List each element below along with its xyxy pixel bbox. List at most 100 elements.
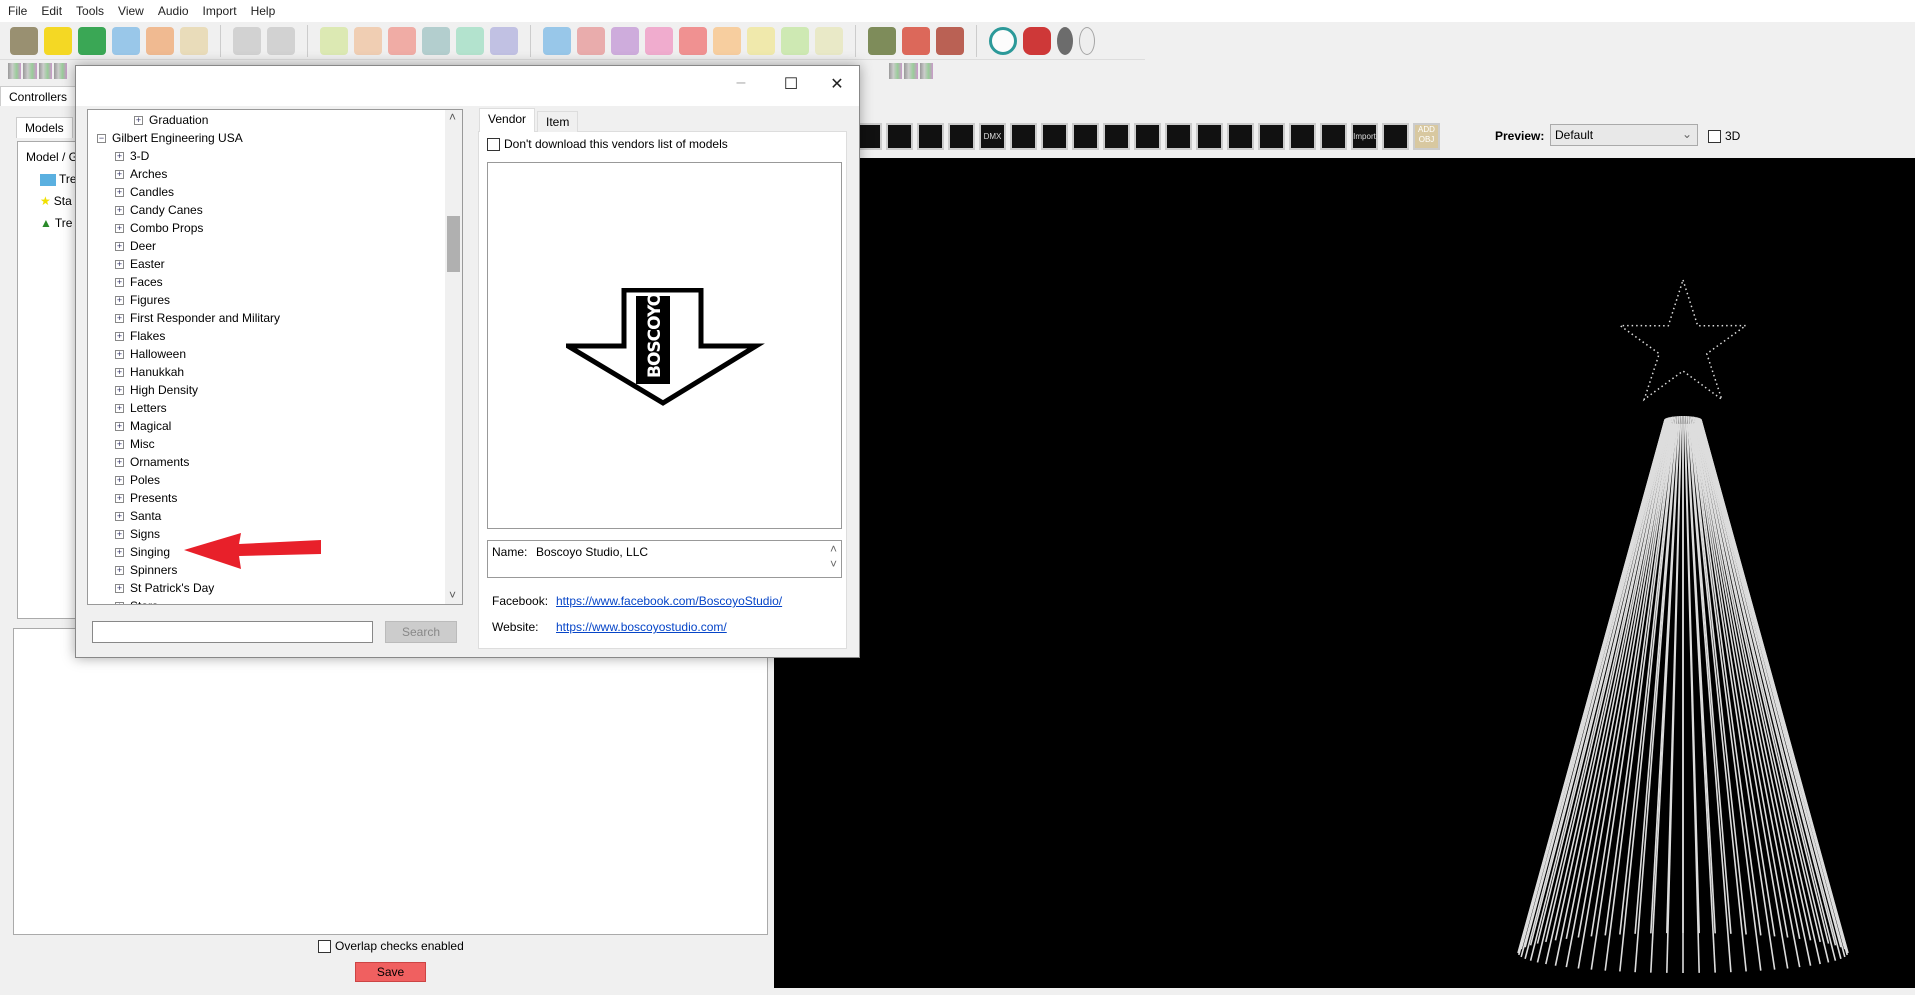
open-icon[interactable] [78,26,106,55]
bulb-on-icon[interactable] [1079,26,1095,55]
bulb-off-icon[interactable] [1057,26,1073,55]
tree-category[interactable]: + Santa [115,507,161,525]
menu-import[interactable]: Import [203,4,237,18]
tree-category[interactable]: + St Patrick's Day [115,579,214,597]
model-tool-button[interactable] [1227,123,1254,150]
tree-category[interactable]: + Hanukkah [115,363,184,381]
effect-icon[interactable] [53,63,68,79]
tree-category[interactable]: + Letters [115,399,167,417]
gear-icon[interactable] [543,26,571,55]
close-icon[interactable]: ✕ [822,74,852,94]
calendar-icon[interactable] [267,26,295,55]
expand-icon[interactable]: + [115,512,124,522]
expand-icon[interactable]: + [115,602,124,604]
model-tool-button[interactable] [1165,123,1192,150]
tab-controllers[interactable]: Controllers [0,86,77,106]
expand-icon[interactable]: + [115,152,124,162]
tree-icon[interactable] [747,26,775,55]
name-field[interactable]: Name: Boscoyo Studio, LLC ˄ ˅ [487,540,842,578]
expand-icon[interactable]: + [115,314,124,324]
model-tool-button[interactable] [1041,123,1068,150]
cone-icon[interactable] [679,26,707,55]
pause-icon[interactable] [354,26,382,55]
expand-icon[interactable]: + [115,566,124,576]
expand-icon[interactable]: + [115,188,124,198]
tree-category[interactable]: + Combo Props [115,219,203,237]
effect-icon[interactable] [8,63,22,79]
expand-icon[interactable]: + [115,404,124,414]
model-tool-button[interactable] [1072,123,1099,150]
model-tool-button[interactable] [1134,123,1161,150]
settings-icon[interactable] [611,26,639,55]
tree-vendor[interactable]: − Gilbert Engineering USA [97,129,243,147]
menu-audio[interactable]: Audio [158,4,189,18]
search-input[interactable] [92,621,373,643]
layers-icon[interactable] [645,26,673,55]
pen-icon[interactable] [815,26,843,55]
model-tool-button[interactable] [1010,123,1037,150]
scrollbar-thumb[interactable] [447,216,460,272]
model-tool-button[interactable]: Import [1351,123,1378,150]
save-icon[interactable] [112,26,140,55]
tree-category[interactable]: + Halloween [115,345,186,363]
package-icon[interactable] [936,26,964,55]
expand-icon[interactable]: + [115,260,124,270]
expand-icon[interactable]: + [115,296,124,306]
tree-category[interactable]: + High Density [115,381,198,399]
dont-download-checkbox[interactable]: Don't download this vendors list of mode… [487,135,728,153]
tree-category[interactable]: + Faces [115,273,163,291]
effect-icon[interactable] [904,63,918,79]
model-tool-button[interactable]: DMX [979,123,1006,150]
expand-icon[interactable]: + [115,170,124,180]
expand-icon[interactable]: + [115,584,124,594]
expand-icon[interactable]: + [115,422,124,432]
tree-category[interactable]: + Candles [115,183,174,201]
tab-vendor[interactable]: Vendor [479,108,536,132]
expand-icon[interactable]: + [115,476,124,486]
model-tool-button[interactable] [1103,123,1130,150]
palette-icon[interactable] [180,26,208,55]
expand-icon[interactable]: + [115,242,124,252]
model-tool-button[interactable] [948,123,975,150]
save-as-icon[interactable] [146,26,174,55]
expand-icon[interactable]: + [115,458,124,468]
crayons-icon[interactable] [577,26,605,55]
model-tool-button[interactable] [917,123,944,150]
tab-item[interactable]: Item [537,111,579,132]
model-tool-button[interactable] [1196,123,1223,150]
zoom-in-icon[interactable] [868,26,896,55]
tree-category[interactable]: + Singing [115,543,170,561]
help-icon[interactable] [989,26,1017,55]
expand-icon[interactable]: + [115,386,124,396]
zoom-out-icon[interactable] [902,26,930,55]
list-item[interactable]: Tre [40,170,77,188]
tree-category[interactable]: + First Responder and Military [115,309,280,327]
tree-category[interactable]: + Deer [115,237,156,255]
model-tool-button[interactable]: ADD OBJ [1413,123,1440,150]
model-tool-button[interactable] [1258,123,1285,150]
tree-category[interactable]: + Arches [115,165,167,183]
maximize-icon[interactable]: ☐ [776,74,806,94]
play-icon[interactable] [320,26,348,55]
tree-category[interactable]: + Ornaments [115,453,189,471]
model-tool-button[interactable] [886,123,913,150]
effect-icon[interactable] [919,63,933,79]
repeat-icon[interactable] [490,26,518,55]
stop-sign-icon[interactable] [1023,26,1051,55]
overlap-checkbox[interactable]: Overlap checks enabled [318,937,464,955]
tree-category[interactable]: + Signs [115,525,160,543]
minimize-icon[interactable]: – [726,74,756,92]
tree-category[interactable]: + Figures [115,291,170,309]
3d-checkbox[interactable]: 3D [1708,127,1740,145]
properties-panel[interactable] [13,628,768,935]
collapse-icon[interactable]: − [97,134,106,144]
expand-icon[interactable]: + [115,440,124,450]
stop-icon[interactable] [388,26,416,55]
list-item[interactable]: ▲ Tre [40,214,72,232]
menu-file[interactable]: File [8,4,27,18]
effect-icon[interactable] [38,63,52,79]
menu-help[interactable]: Help [251,4,276,18]
house-icon[interactable] [713,26,741,55]
tree-category[interactable]: + Easter [115,255,165,273]
chip-icon[interactable] [781,26,809,55]
